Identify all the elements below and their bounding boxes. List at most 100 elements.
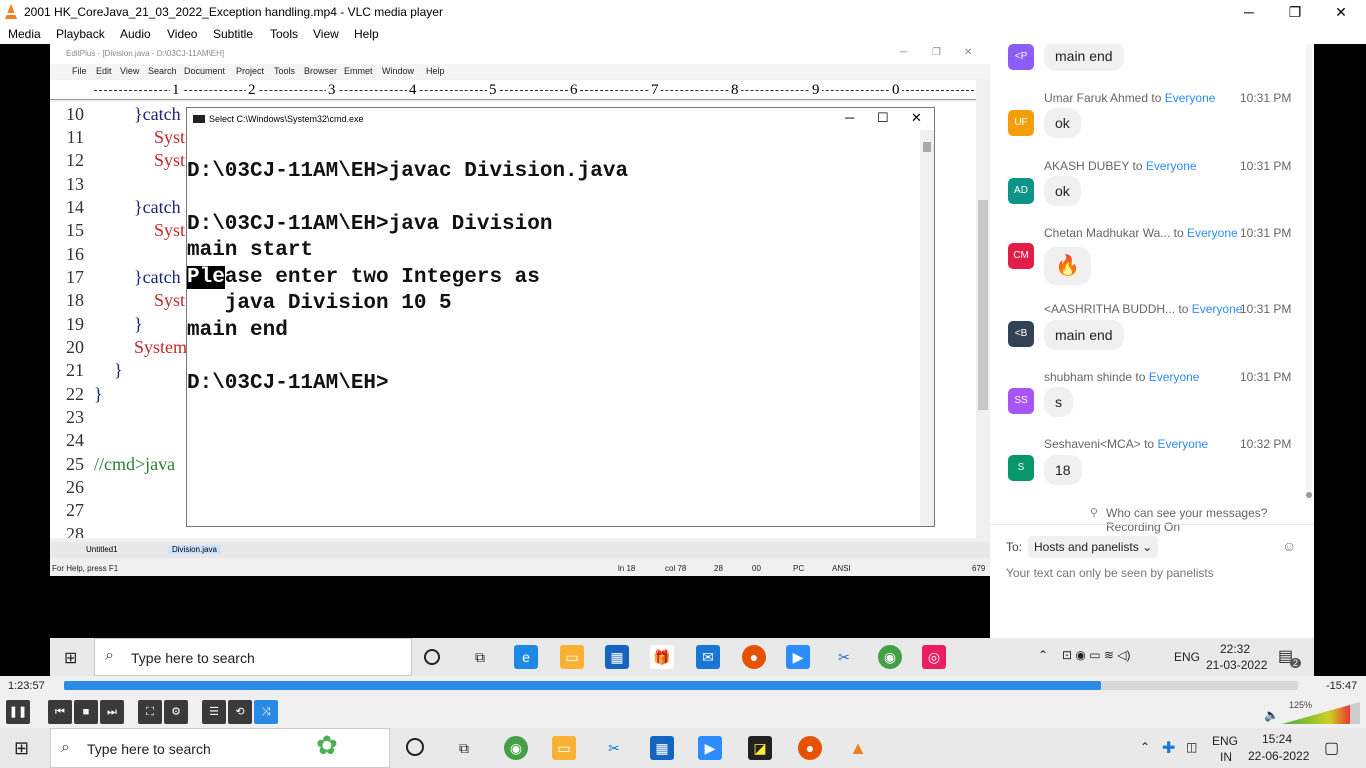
ep-menu-project: Project <box>236 66 265 76</box>
snipping-tool-icon[interactable]: ✂ <box>602 736 626 760</box>
search-placeholder: Type here to search <box>131 650 255 666</box>
status-line: ln 18 <box>618 564 636 573</box>
ep-menu-emmet: Emmet <box>344 66 373 76</box>
menu-tools[interactable]: Tools <box>270 27 298 41</box>
vlc-title-bar: 2001 HK_CoreJava_21_03_2022_Exception ha… <box>0 0 1366 24</box>
restore-button[interactable]: ❐ <box>1272 0 1318 24</box>
ep-menu-document: Document <box>184 66 226 76</box>
notes-icon[interactable]: ◪ <box>748 736 772 760</box>
ep-menu-search: Search <box>148 66 177 76</box>
line-number: 22 <box>66 384 84 404</box>
code-line: Syst <box>154 127 186 147</box>
extended-settings-button[interactable]: ⚙ <box>164 700 188 724</box>
line-number: 28 <box>66 524 84 538</box>
code-line: System <box>134 337 188 357</box>
record-icon[interactable]: ● <box>798 736 822 760</box>
network-icon[interactable]: ◫ <box>1186 740 1197 754</box>
zoom-icon: ▶ <box>786 645 810 669</box>
ruler-mark: 0 <box>890 82 902 99</box>
avatar: CM <box>1008 243 1034 269</box>
editplus-close-icon: ✕ <box>964 47 973 58</box>
edge-icon: e <box>514 645 538 669</box>
chat-privacy-info[interactable]: Who can see your messages? Recording On <box>1106 506 1314 534</box>
tab-untitled1[interactable]: Untitled1 <box>86 545 118 554</box>
zoom-icon[interactable]: ▶ <box>698 736 722 760</box>
avatar: S <box>1008 455 1034 481</box>
status-v2: 00 <box>752 564 761 573</box>
stop-button[interactable]: ■ <box>74 700 98 724</box>
notification-icon[interactable]: ▢ <box>1324 738 1339 758</box>
line-number: 13 <box>66 174 84 194</box>
search-placeholder: Type here to search <box>87 741 211 757</box>
chevron-down-icon: ⌄ <box>1142 540 1153 554</box>
chat-time: 10:31 PM <box>1240 159 1292 173</box>
plus-icon[interactable]: ✚ <box>1162 738 1175 758</box>
ep-menu-window: Window <box>382 66 415 76</box>
menu-video[interactable]: Video <box>167 27 197 41</box>
recorded-search-box: ⌕ Type here to search <box>94 638 412 676</box>
code-line: Syst <box>154 220 186 240</box>
shuffle-button[interactable]: ⤨ <box>254 700 278 724</box>
cmd-title: Select C:\Windows\System32\cmd.exe <box>209 114 364 124</box>
ruler-mark: 8 <box>729 82 741 99</box>
mail-icon: ✉ <box>696 645 720 669</box>
seek-progress <box>64 681 1101 690</box>
store-icon[interactable]: ▦ <box>650 736 674 760</box>
fullscreen-button[interactable]: ⛶ <box>138 700 162 724</box>
chat-scrollbar[interactable] <box>1306 44 1312 500</box>
console-line: main start <box>187 239 314 262</box>
chat-input-placeholder[interactable]: Your text can only be seen by panelists <box>1006 566 1214 580</box>
menu-view[interactable]: View <box>313 27 339 41</box>
cmd-scrollbar[interactable] <box>920 130 934 526</box>
cmd-console[interactable]: D:\03CJ-11AM\EH>javac Division.java D:\0… <box>187 130 920 526</box>
screen-root: 2001 HK_CoreJava_21_03_2022_Exception ha… <box>0 0 1366 768</box>
file-explorer-icon[interactable]: ▭ <box>552 736 576 760</box>
cmd-minimize-button[interactable]: ─ <box>845 110 854 125</box>
playlist-button[interactable]: ☰ <box>202 700 226 724</box>
line-number: 23 <box>66 407 84 427</box>
language[interactable]: ENG <box>1212 734 1238 748</box>
cmd-window[interactable]: Select C:\Windows\System32\cmd.exe ─ ☐ ✕… <box>186 107 935 527</box>
video-area[interactable]: EditPlus - [Division.java - D:\03CJ-11AM… <box>0 44 1366 676</box>
clock-time[interactable]: 15:24 <box>1262 732 1292 746</box>
tray-up-icon[interactable]: ⌃ <box>1140 740 1150 754</box>
line-number: 16 <box>66 244 84 264</box>
volume-icon[interactable]: 🔈 <box>1264 708 1279 722</box>
cmd-maximize-button[interactable]: ☐ <box>877 110 889 126</box>
cmd-close-button[interactable]: ✕ <box>911 110 922 126</box>
task-view-icon[interactable]: ⧉ <box>452 736 476 760</box>
windows-start-icon[interactable]: ⊞ <box>14 738 29 759</box>
minimize-button[interactable]: ─ <box>1226 0 1272 24</box>
pause-button[interactable]: ❚❚ <box>6 700 30 724</box>
cortana-icon[interactable] <box>406 738 424 756</box>
region[interactable]: IN <box>1220 750 1232 764</box>
clock-time: 22:32 <box>1220 642 1251 656</box>
chrome-icon[interactable]: ◉ <box>504 736 528 760</box>
clock-date[interactable]: 22-06-2022 <box>1248 749 1309 763</box>
volume-slider[interactable] <box>1282 702 1362 724</box>
menu-media[interactable]: Media <box>8 27 41 41</box>
next-button[interactable]: ⏭ <box>100 700 124 724</box>
chat-sender: Umar Faruk Ahmed to Everyone <box>1044 91 1216 105</box>
close-button[interactable]: ✕ <box>1318 0 1364 24</box>
loop-button[interactable]: ⟲ <box>228 700 252 724</box>
seek-bar[interactable] <box>64 681 1298 690</box>
ruler-mark: 7 <box>649 82 661 99</box>
editplus-tabs: Untitled1 Division.java <box>50 542 990 558</box>
previous-button[interactable]: ⏮ <box>48 700 72 724</box>
menu-subtitle[interactable]: Subtitle <box>213 27 253 41</box>
status-encoding: ANSI <box>832 564 851 573</box>
menu-playback[interactable]: Playback <box>56 27 105 41</box>
chat-bubble: 🔥 <box>1044 247 1091 285</box>
vlc-taskbar-icon[interactable]: ▲ <box>846 736 870 760</box>
emoji-icon[interactable]: ☺ <box>1282 538 1296 554</box>
menu-help[interactable]: Help <box>354 27 379 41</box>
tab-division-java[interactable]: Division.java <box>168 545 221 554</box>
line-number: 10 <box>66 104 84 124</box>
line-number: 21 <box>66 360 84 380</box>
editplus-scrollbar[interactable] <box>976 80 990 540</box>
menu-audio[interactable]: Audio <box>120 27 151 41</box>
recipient-dropdown[interactable]: Hosts and panelists ⌄ <box>1028 536 1159 558</box>
vlc-window-title: 2001 HK_CoreJava_21_03_2022_Exception ha… <box>24 5 443 19</box>
taskbar-search-box[interactable]: ⌕ Type here to search <box>50 728 390 768</box>
